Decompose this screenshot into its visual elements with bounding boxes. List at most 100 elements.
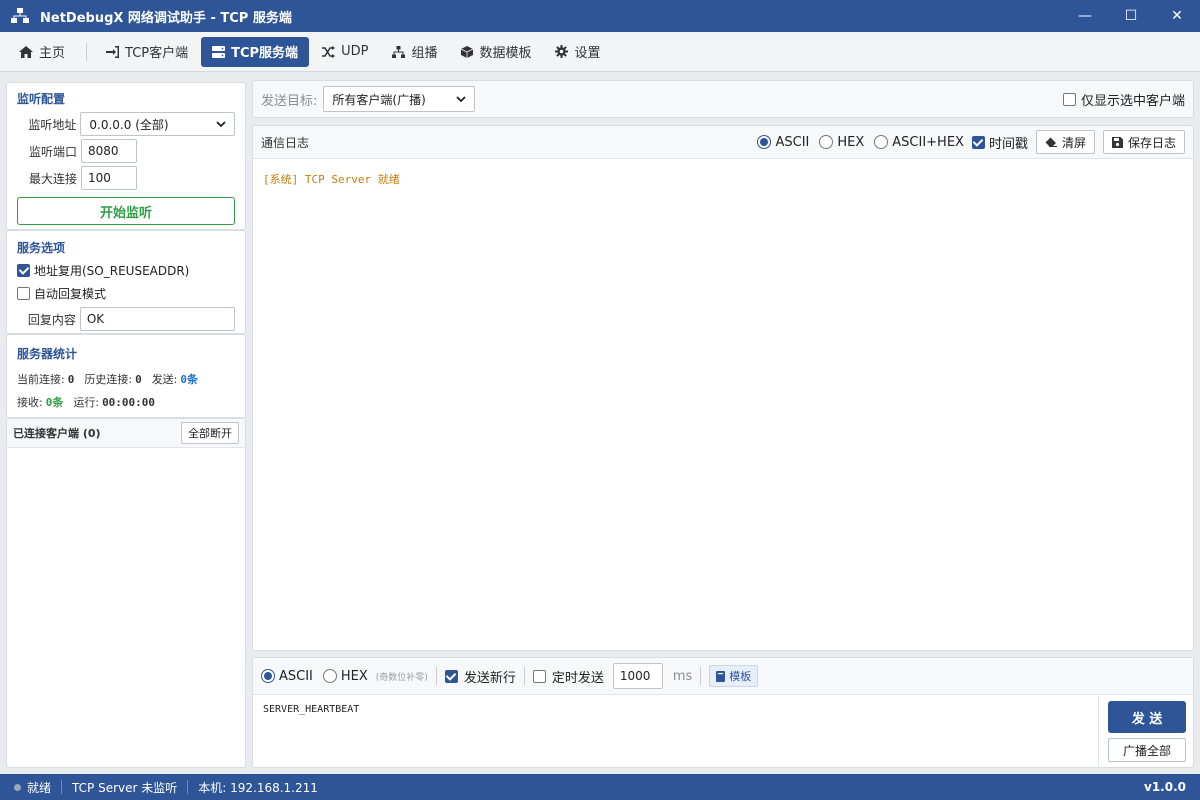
clients-list[interactable] (7, 448, 245, 768)
interval-input[interactable]: 1000 (612, 663, 663, 689)
tab-bar: 主页 TCP客户端 TCP服务端 UDP 组播 数据模板 设置 (0, 32, 1200, 72)
log-line: [系统] TCP Server 就绪 (263, 173, 400, 186)
tab-settings[interactable]: 设置 (544, 37, 611, 67)
uptime-value: 00:00:00 (102, 395, 156, 409)
tab-divider (86, 42, 88, 61)
local-ip: 本机: 192.168.1.211 (198, 780, 318, 795)
tab-tcp-server[interactable]: TCP服务端 (201, 36, 310, 67)
hex-hint: (奇数位补零) (375, 672, 428, 683)
max-conn-label: 最大连接 (28, 171, 77, 186)
chevron-down-icon (456, 92, 467, 106)
left-panel: 监听配置 监听地址 0.0.0.0 (全部) 监听端口 8080 最大连接 10… (6, 82, 246, 768)
home-icon (19, 45, 33, 58)
auto-reply-option[interactable]: 自动回复模式 (17, 285, 235, 302)
divider (700, 667, 702, 685)
listen-addr-value: 0.0.0.0 (全部) (89, 117, 169, 132)
log-panel: 通信日志 ASCII HEX ASCII+HEX 时间戳 清屏 保存日志 [系统… (252, 125, 1194, 651)
send-textarea[interactable] (253, 696, 1099, 768)
log-mode-hex[interactable]: HEX (819, 135, 864, 150)
send-hex-label: HEX (340, 668, 368, 684)
close-button[interactable]: ✕ (1154, 0, 1200, 32)
tab-multicast[interactable]: 组播 (381, 37, 448, 67)
timer-send-checkbox[interactable] (532, 669, 546, 683)
send-target-select[interactable]: 所有客户端(广播) (323, 86, 476, 112)
divider (523, 667, 525, 685)
listen-config-card: 监听配置 监听地址 0.0.0.0 (全部) 监听端口 8080 最大连接 10… (6, 82, 246, 230)
timestamp-checkbox[interactable] (971, 135, 985, 149)
chevron-down-icon (216, 117, 226, 131)
reply-content-input[interactable]: OK (79, 307, 235, 331)
history-conn-value: 0 (135, 372, 142, 386)
max-conn-input[interactable]: 100 (81, 166, 137, 190)
send-button[interactable]: 发 送 (1108, 701, 1186, 733)
log-ascii-radio[interactable] (757, 135, 772, 149)
tab-tcp-client[interactable]: TCP客户端 (95, 37, 199, 67)
log-both-radio[interactable] (874, 135, 889, 149)
reply-content-label: 回复内容 (27, 312, 76, 327)
gear-icon (555, 45, 569, 58)
only-selected-option[interactable]: 仅显示选中客户端 (1062, 90, 1185, 109)
disconnect-all-button[interactable]: 全部断开 (181, 422, 239, 444)
template-button[interactable]: 模板 (709, 665, 759, 687)
reuse-addr-option[interactable]: 地址复用(SO_REUSEADDR) (17, 262, 235, 279)
minimize-button[interactable]: — (1062, 0, 1108, 32)
reuse-addr-checkbox[interactable] (17, 264, 30, 277)
divider (61, 780, 63, 794)
broadcast-all-button[interactable]: 广播全部 (1108, 738, 1186, 762)
history-conn-label: 历史连接: (84, 373, 133, 386)
version: v1.0.0 (1144, 780, 1186, 794)
maximize-button[interactable]: ☐ (1108, 0, 1154, 32)
interval-unit: ms (672, 668, 693, 684)
status-bar: 就绪 TCP Server 未监听 本机: 192.168.1.211 v1.0… (0, 774, 1200, 800)
clear-log-button[interactable]: 清屏 (1035, 130, 1095, 154)
status-state: 就绪 (27, 780, 52, 795)
auto-reply-checkbox[interactable] (17, 287, 30, 300)
divider (435, 667, 437, 685)
save-log-button[interactable]: 保存日志 (1102, 130, 1185, 154)
clients-title: 已连接客户端 (0) (13, 427, 101, 440)
save-log-label: 保存日志 (1127, 135, 1176, 150)
send-content: SERVER_HEARTBEAT (263, 704, 360, 715)
tab-label: UDP (341, 44, 369, 59)
tab-label: 主页 (39, 46, 66, 61)
send-newline-label: 发送新行 (463, 670, 516, 686)
listen-config-title: 监听配置 (17, 92, 66, 106)
send-hex-radio[interactable] (322, 669, 337, 683)
log-mode-both[interactable]: ASCII+HEX (874, 135, 964, 150)
tab-home[interactable]: 主页 (8, 37, 76, 67)
eraser-icon (1045, 137, 1057, 147)
only-selected-label: 仅显示选中客户端 (1080, 93, 1185, 109)
send-mode-ascii[interactable]: ASCII (261, 669, 313, 684)
send-ascii-radio[interactable] (261, 669, 275, 683)
only-selected-checkbox[interactable] (1062, 92, 1076, 106)
log-hex-radio[interactable] (819, 135, 834, 149)
clear-log-label: 清屏 (1061, 135, 1086, 150)
server-icon (212, 45, 226, 58)
service-options-card: 服务选项 地址复用(SO_REUSEADDR) 自动回复模式 回复内容 OK (6, 230, 246, 334)
current-conn-value: 0 (67, 372, 75, 386)
listen-port-input[interactable]: 8080 (81, 139, 137, 163)
log-both-label: ASCII+HEX (892, 134, 964, 150)
send-newline-option[interactable]: 发送新行 (444, 667, 516, 686)
reuse-addr-label: 地址复用(SO_REUSEADDR) (34, 264, 190, 278)
tab-label: TCP客户端 (125, 46, 189, 61)
timestamp-option[interactable]: 时间戳 (971, 133, 1028, 152)
server-stats-title: 服务器统计 (17, 347, 78, 361)
start-listen-button[interactable]: 开始监听 (17, 197, 235, 225)
timer-send-option[interactable]: 定时发送 (532, 667, 604, 686)
recv-label: 接收: (17, 396, 43, 409)
log-output[interactable]: [系统] TCP Server 就绪 (253, 159, 1193, 199)
tab-udp[interactable]: UDP (311, 37, 379, 67)
send-target-value: 所有客户端(广播) (332, 92, 426, 107)
window-title: NetDebugX 网络调试助手 - TCP 服务端 (40, 10, 292, 26)
uptime-label: 运行: (73, 396, 100, 409)
log-mode-ascii[interactable]: ASCII (757, 135, 809, 150)
send-mode-hex[interactable]: HEX (322, 668, 368, 684)
tab-label: 数据模板 (479, 46, 532, 61)
recv-value: 0条 (45, 396, 64, 409)
listen-addr-select[interactable]: 0.0.0.0 (全部) (80, 112, 235, 136)
sitemap-icon (392, 45, 406, 58)
tab-data-template[interactable]: 数据模板 (450, 37, 542, 67)
send-newline-checkbox[interactable] (444, 669, 458, 683)
send-target-bar: 发送目标: 所有客户端(广播) 仅显示选中客户端 (252, 80, 1194, 118)
